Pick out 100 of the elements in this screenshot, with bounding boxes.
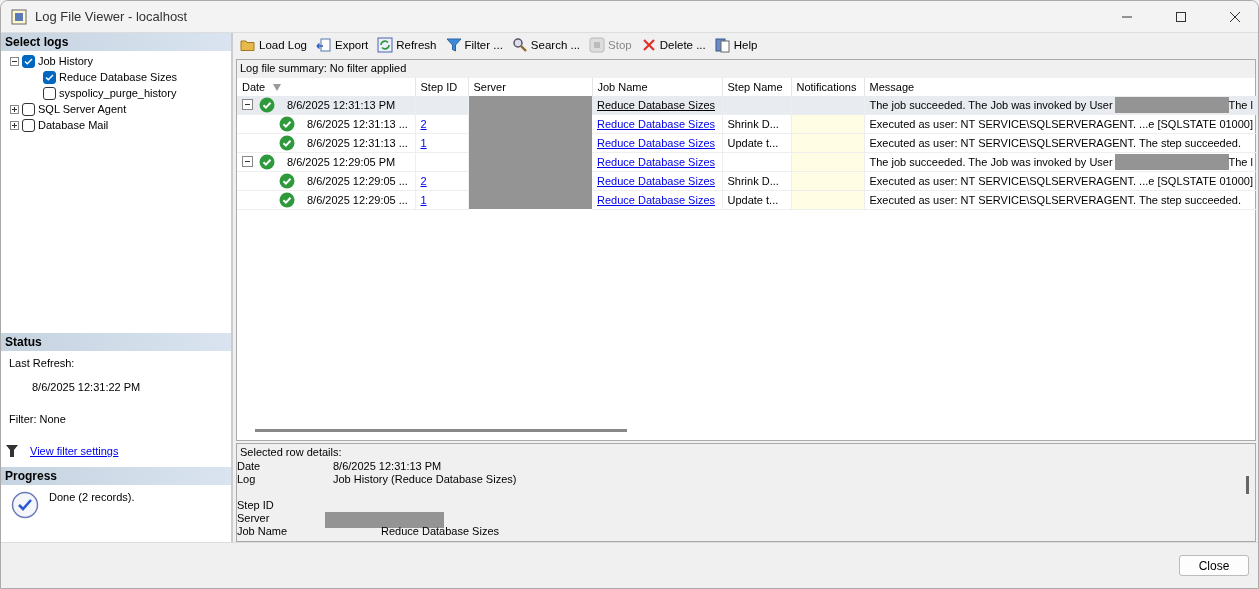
job-link[interactable]: Reduce Database Sizes — [597, 155, 715, 168]
table-cell: Executed as user: NT SERVICE\SQLSERVERAGENT. ...e [SQLSTATE 01000] — [869, 174, 1254, 187]
toolbar-button[interactable]: Refresh — [374, 36, 440, 53]
help-book-icon — [714, 36, 731, 53]
table-cell: Shrink D... — [727, 117, 779, 130]
field-label: Step ID — [237, 498, 275, 512]
search-icon — [511, 36, 528, 53]
expand-toggle[interactable] — [10, 104, 19, 114]
success-icon — [279, 134, 295, 151]
collapse-toggle[interactable] — [242, 99, 253, 111]
job-link[interactable]: Reduce Database Sizes — [597, 136, 715, 149]
close-dialog-button[interactable]: Close — [1179, 555, 1249, 576]
close-icon[interactable] — [1230, 11, 1240, 22]
column-header[interactable]: Notifications — [791, 77, 864, 96]
success-icon — [279, 191, 295, 208]
success-icon — [279, 115, 295, 132]
toolbar-button[interactable]: Load Log — [237, 36, 310, 53]
table-cell-text: 8/6/2025 12:29:05 ... — [306, 174, 409, 187]
minimize-icon[interactable] — [1122, 15, 1132, 18]
table-cell: Executed as user: NT SERVICE\SQLSERVERAGENT. ...e [SQLSTATE 01000] — [869, 117, 1254, 130]
checkbox[interactable] — [22, 54, 35, 68]
minus-icon — [245, 102, 250, 108]
progress-text: Done (2 records). — [49, 491, 135, 505]
field-label: Date — [237, 459, 262, 473]
table-cell: The l — [1228, 155, 1253, 168]
checkbox[interactable] — [43, 70, 56, 84]
job-link[interactable]: Reduce Database Sizes — [597, 117, 715, 130]
table-cell: The job succeeded. The Job was invoked by User — [869, 155, 1113, 168]
scrollbar-thumb[interactable] — [255, 428, 627, 432]
table-cell: The job succeeded. The Job was invoked by User — [869, 98, 1113, 111]
column-header[interactable]: Job Name — [592, 77, 722, 96]
checkmark-icon — [11, 491, 39, 519]
column-header[interactable]: Server — [468, 77, 592, 96]
document-arrow-icon — [315, 36, 332, 53]
plus-icon — [12, 122, 17, 128]
checkbox[interactable] — [43, 86, 56, 100]
filter-status: Filter: None — [9, 413, 67, 425]
table-cell-text: 8/6/2025 12:31:13 ... — [306, 136, 409, 149]
tree-item[interactable]: Reduce Database Sizes — [59, 71, 177, 83]
tree-item[interactable]: syspolicy_purge_history — [59, 87, 177, 99]
section-header: Progress — [1, 467, 231, 485]
checkbox[interactable] — [22, 102, 35, 116]
step-link[interactable]: 2 — [420, 117, 427, 130]
log-summary: Log file summary: No filter applied — [237, 59, 1255, 78]
table-cell: The l — [1228, 98, 1253, 111]
tree-item[interactable]: Job History — [38, 55, 94, 67]
refresh-icon — [377, 36, 394, 53]
app-icon — [11, 8, 27, 25]
delete-icon — [640, 36, 657, 53]
step-link[interactable]: 1 — [420, 193, 427, 206]
toolbar-button[interactable]: Search ... — [508, 36, 584, 53]
window-title: Log File Viewer - localhost — [35, 9, 189, 24]
maximize-icon[interactable] — [1176, 11, 1186, 22]
step-link[interactable]: 1 — [420, 136, 427, 149]
filter-settings-link[interactable]: View filter settings — [30, 445, 119, 457]
section-header: Select logs — [1, 33, 231, 51]
table-cell-text: 8/6/2025 12:31:13 ... — [306, 117, 409, 130]
toolbar-button[interactable]: Filter ... — [442, 36, 506, 53]
minus-icon — [12, 58, 17, 64]
plus-icon — [12, 106, 17, 112]
success-icon — [259, 153, 275, 170]
section-header: Status — [1, 333, 231, 351]
tree-item[interactable]: Database Mail — [38, 119, 109, 131]
column-header[interactable]: Step ID — [415, 77, 468, 96]
sort-icon — [273, 83, 282, 91]
column-header[interactable]: Message — [864, 77, 1258, 96]
scrollbar-thumb[interactable] — [1246, 475, 1249, 494]
tree-item[interactable]: SQL Server Agent — [38, 103, 127, 115]
field-label: Log — [237, 472, 257, 486]
checkbox[interactable] — [22, 118, 35, 132]
filter-icon — [445, 36, 462, 53]
details-title: Selected row details: — [239, 444, 343, 460]
column-header[interactable]: Step Name — [722, 77, 791, 96]
table-cell: Shrink D... — [727, 174, 779, 187]
column-header[interactable]: Date — [237, 77, 415, 96]
job-link[interactable]: Reduce Database Sizes — [597, 174, 715, 187]
field-value: Reduce Database Sizes — [381, 524, 499, 538]
expand-toggle[interactable] — [10, 120, 19, 130]
step-link[interactable]: 2 — [420, 174, 427, 187]
field-value: 8/6/2025 12:31:13 PM — [333, 459, 442, 473]
success-icon — [259, 96, 275, 113]
table-cell: Executed as user: NT SERVICE\SQLSERVERAGENT. The step succeeded. — [869, 136, 1242, 149]
toolbar-button[interactable]: Delete ... — [637, 36, 709, 53]
collapse-toggle[interactable] — [242, 156, 253, 168]
toolbar-button[interactable]: Help — [711, 36, 761, 53]
status-value: 8/6/2025 12:31:22 PM — [32, 381, 142, 393]
job-link[interactable]: Reduce Database Sizes — [597, 193, 715, 206]
stop-icon — [589, 36, 606, 53]
minus-icon — [245, 159, 250, 165]
field-label: Server — [237, 511, 271, 525]
success-icon — [279, 172, 295, 189]
collapse-toggle[interactable] — [10, 56, 19, 66]
table-cell-text: 8/6/2025 12:31:13 PM — [286, 98, 397, 111]
table-cell-text: 8/6/2025 12:29:05 PM — [286, 155, 397, 168]
toolbar-button[interactable]: Export — [312, 36, 372, 53]
field-value: Job History (Reduce Database Sizes) — [333, 472, 517, 486]
table-cell: Executed as user: NT SERVICE\SQLSERVERAGENT. The step succeeded. — [869, 193, 1242, 206]
table-cell: Update t... — [727, 193, 779, 206]
filter-icon — [6, 445, 18, 457]
field-label: Job Name — [237, 524, 289, 538]
